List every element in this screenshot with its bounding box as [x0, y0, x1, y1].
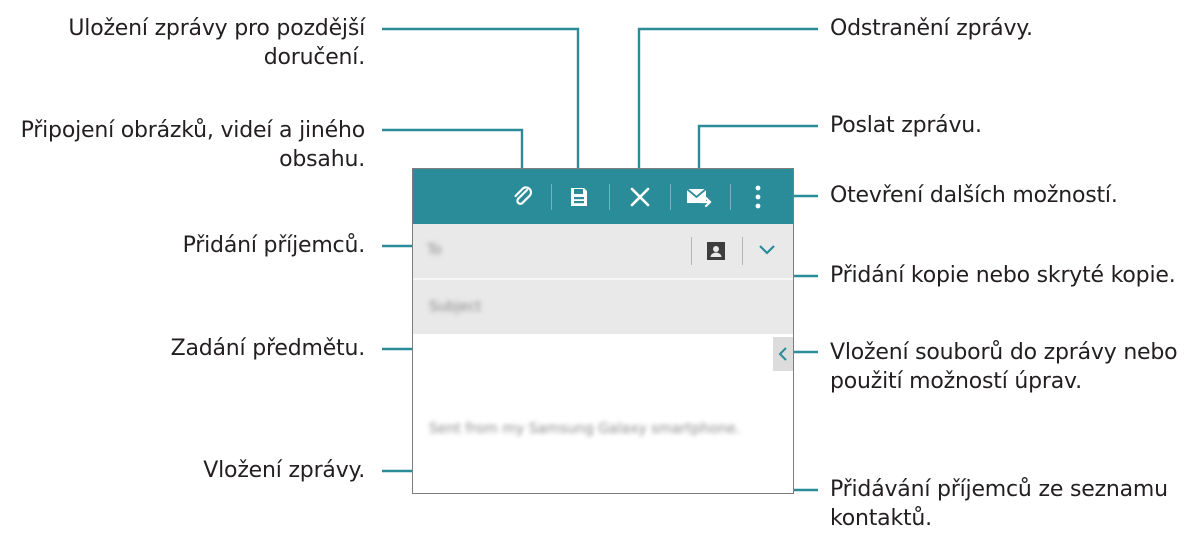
chevron-down-icon[interactable]	[757, 242, 777, 261]
compose-toolbar	[413, 169, 793, 224]
subject-placeholder: Subject	[429, 299, 482, 315]
callout-insert-files: Vložení souborů do zprávy nebo použití m…	[830, 340, 1178, 394]
field-separator	[742, 237, 743, 265]
to-field[interactable]: To	[413, 224, 793, 280]
callout-delete-message: Odstranění zprávy.	[830, 16, 1033, 41]
send-icon[interactable]	[684, 182, 714, 212]
callout-enter-subject: Zadání předmětu.	[170, 336, 366, 361]
callout-add-cc-bcc: Přidání kopie nebo skryté kopie.	[830, 263, 1176, 288]
message-body[interactable]: Sent from my Samsung Galaxy smartphone.	[413, 334, 793, 493]
toolbar-separator	[551, 184, 552, 210]
callout-add-from-contacts: Přidávání příjemců ze seznamu kontaktů.	[830, 477, 1168, 531]
callout-enter-message: Vložení zprávy.	[203, 458, 365, 483]
callout-save-later: Uložení zprávy pro pozdější doručení.	[68, 16, 365, 70]
more-icon[interactable]	[743, 182, 773, 212]
signature-text: Sent from my Samsung Galaxy smartphone.	[429, 421, 741, 437]
toolbar-separator	[670, 184, 671, 210]
save-icon[interactable]	[564, 182, 594, 212]
close-icon[interactable]	[625, 182, 655, 212]
callout-attach: Připojení obrázků, videí a jiného obsahu…	[20, 118, 366, 172]
toolbar-separator	[609, 184, 610, 210]
attach-icon[interactable]	[508, 182, 538, 212]
callout-add-recipients: Přidání příjemců.	[182, 233, 366, 258]
to-placeholder: To	[427, 242, 442, 258]
compose-screen: To Subject Sent from my Samsung Galaxy s…	[412, 168, 794, 494]
subject-field[interactable]: Subject	[413, 280, 793, 334]
toolbar-separator	[730, 184, 731, 210]
callout-send-message: Poslat zprávu.	[830, 113, 982, 138]
field-separator	[691, 237, 692, 265]
callout-more-options: Otevření dalších možností.	[830, 183, 1118, 208]
contacts-icon[interactable]	[707, 242, 725, 260]
